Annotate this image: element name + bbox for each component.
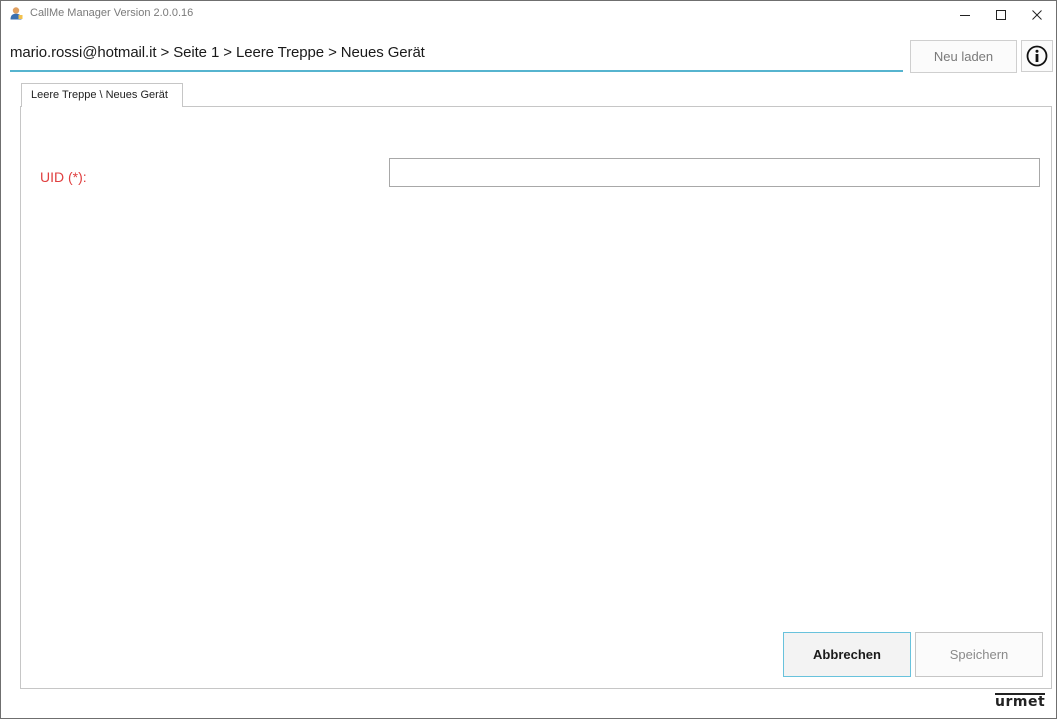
reload-button[interactable]: Neu laden bbox=[910, 40, 1017, 73]
brand-logo: urmet bbox=[995, 693, 1046, 710]
close-icon bbox=[1032, 10, 1042, 20]
uid-input[interactable] bbox=[389, 158, 1040, 187]
tab-panel: UID (*): Abbrechen Speichern bbox=[20, 106, 1052, 689]
minimize-icon bbox=[960, 15, 970, 16]
minimize-button[interactable] bbox=[947, 1, 983, 29]
breadcrumb: mario.rossi@hotmail.it > Seite 1 > Leere… bbox=[10, 44, 425, 61]
save-button[interactable]: Speichern bbox=[915, 632, 1043, 677]
cancel-button[interactable]: Abbrechen bbox=[783, 632, 911, 677]
info-icon bbox=[1026, 45, 1048, 67]
maximize-button[interactable] bbox=[983, 1, 1019, 29]
uid-label: UID (*): bbox=[40, 169, 87, 185]
breadcrumb-underline bbox=[10, 70, 903, 72]
app-window: CallMe Manager Version 2.0.0.16 mario.ro… bbox=[0, 0, 1057, 719]
maximize-icon bbox=[996, 10, 1006, 20]
close-button[interactable] bbox=[1019, 1, 1055, 29]
tab-neues-geraet[interactable]: Leere Treppe \ Neues Gerät bbox=[21, 83, 183, 107]
user-icon bbox=[10, 7, 23, 20]
title-bar[interactable]: CallMe Manager Version 2.0.0.16 bbox=[1, 1, 1056, 31]
window-title: CallMe Manager Version 2.0.0.16 bbox=[30, 7, 194, 19]
info-button[interactable] bbox=[1021, 40, 1053, 72]
